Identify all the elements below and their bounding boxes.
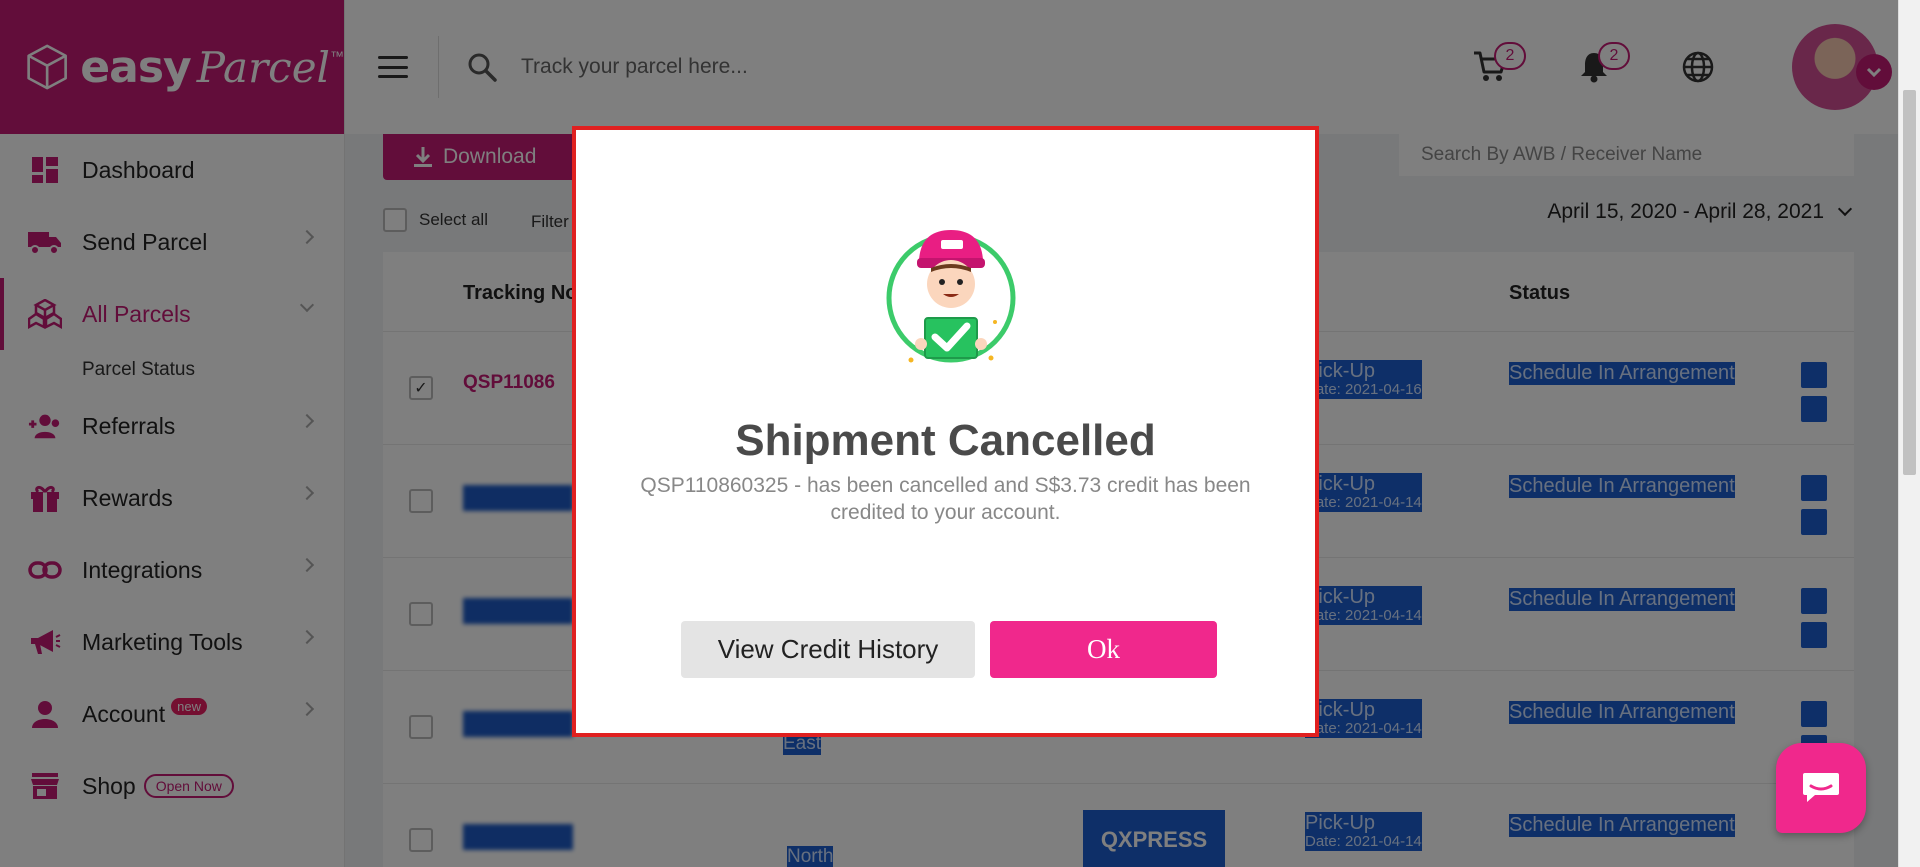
view-credit-history-button[interactable]: View Credit History	[681, 621, 975, 678]
dialog-title: Shipment Cancelled	[735, 416, 1156, 465]
chat-button[interactable]	[1776, 743, 1866, 833]
ok-button[interactable]: Ok	[990, 621, 1217, 678]
chat-icon	[1803, 773, 1839, 802]
scrollbar[interactable]	[1898, 0, 1920, 867]
shipment-cancelled-dialog: Shipment Cancelled QSP110860325 - has be…	[572, 126, 1319, 737]
scrollbar-thumb[interactable]	[1903, 90, 1916, 475]
mascot-success-illustration	[886, 230, 1016, 363]
dialog-message: QSP110860325 - has been cancelled and S$…	[640, 474, 1251, 525]
